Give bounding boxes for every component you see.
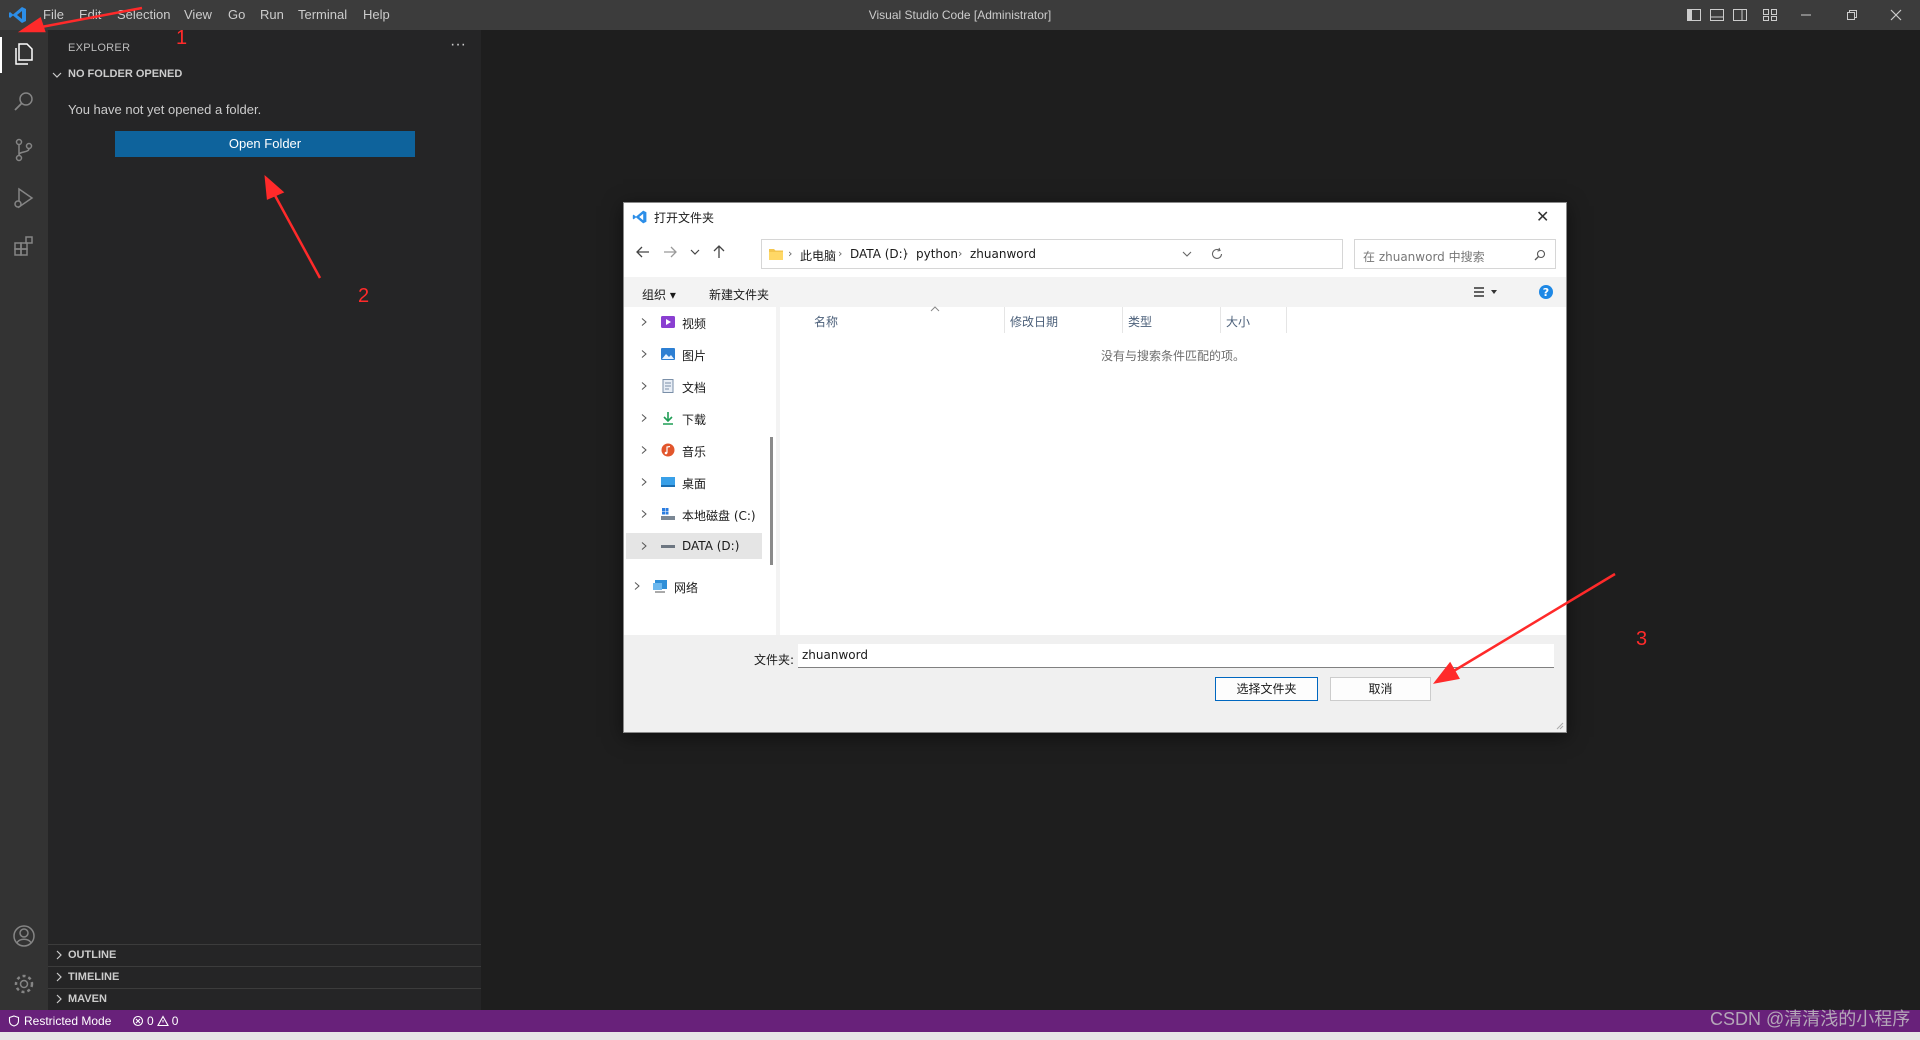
annotation-arrow-1	[35, 6, 143, 30]
annotation-number-2: 2	[358, 285, 370, 307]
watermark: CSDN @清清浅的小程序	[1710, 1009, 1911, 1029]
annotation-number-1: 1	[176, 27, 188, 49]
annotation-arrow-3	[1451, 572, 1616, 674]
annotation-arrowhead-3	[1433, 661, 1460, 684]
annotation-arrowhead-1	[17, 17, 46, 33]
annotation-arrow-2	[270, 189, 322, 279]
annotation-number-3: 3	[1636, 628, 1648, 650]
annotation-arrowhead-2	[264, 174, 285, 200]
annotation-arrows	[17, 6, 1616, 684]
